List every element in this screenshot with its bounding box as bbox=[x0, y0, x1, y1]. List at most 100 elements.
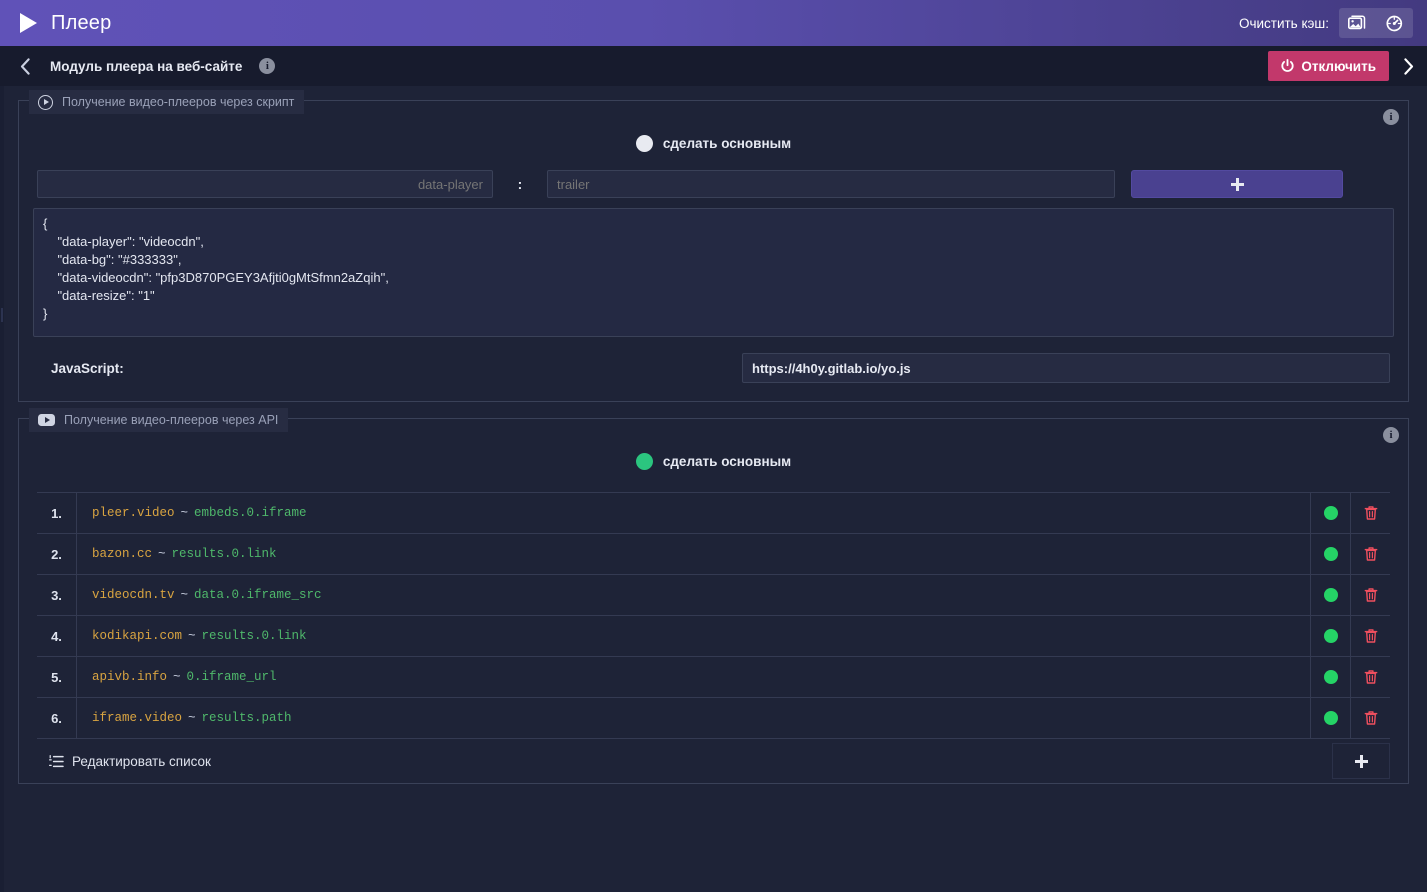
table-row: 6. iframe.video ~ results.path bbox=[37, 698, 1390, 739]
row-status-toggle[interactable] bbox=[1310, 657, 1350, 697]
row-tilde: ~ bbox=[158, 547, 166, 561]
trash-icon bbox=[1364, 670, 1377, 684]
edit-list-label: Редактировать список bbox=[72, 753, 211, 769]
chevron-left-icon[interactable] bbox=[10, 46, 40, 86]
list-ordered-icon bbox=[49, 754, 64, 768]
row-path: data.0.iframe_src bbox=[194, 588, 322, 602]
row-status-toggle[interactable] bbox=[1310, 616, 1350, 656]
plus-icon bbox=[1354, 754, 1368, 768]
status-badge bbox=[1323, 670, 1338, 684]
row-status-toggle[interactable] bbox=[1310, 493, 1350, 533]
row-index: 4. bbox=[37, 616, 77, 656]
row-delete-button[interactable] bbox=[1350, 575, 1390, 615]
add-source-button[interactable] bbox=[1332, 743, 1390, 779]
play-circle-icon bbox=[38, 94, 53, 110]
row-delete-button[interactable] bbox=[1350, 616, 1390, 656]
table-row: 5. apivb.info ~ 0.iframe_url bbox=[37, 657, 1390, 698]
row-tilde: ~ bbox=[173, 670, 181, 684]
row-status-toggle[interactable] bbox=[1310, 534, 1350, 574]
api-card-legend: Получение видео-плееров через API bbox=[29, 408, 289, 432]
param-key-input[interactable] bbox=[37, 170, 493, 198]
row-content: iframe.video ~ results.path bbox=[77, 698, 1310, 738]
images-cache-icon[interactable] bbox=[1339, 8, 1376, 38]
script-primary-toggle-label: сделать основным bbox=[662, 136, 792, 151]
api-player-card: Получение видео-плееров через API i сдел… bbox=[18, 408, 1409, 784]
add-param-button[interactable] bbox=[1131, 170, 1343, 198]
module-actions: Отключить bbox=[1268, 46, 1427, 86]
api-card-info-icon[interactable]: i bbox=[1383, 427, 1399, 443]
disable-button[interactable]: Отключить bbox=[1268, 51, 1389, 81]
script-param-row: : bbox=[33, 170, 1394, 208]
player-json-textarea[interactable]: { "data-player": "videocdn", "data-bg": … bbox=[33, 208, 1394, 337]
api-primary-toggle-dot[interactable] bbox=[635, 453, 653, 470]
trash-icon bbox=[1364, 588, 1377, 602]
row-content: kodikapi.com ~ results.0.link bbox=[77, 616, 1310, 656]
javascript-row: JavaScript: bbox=[33, 337, 1394, 387]
chevron-right-icon[interactable] bbox=[1393, 46, 1423, 86]
disable-button-label: Отключить bbox=[1301, 58, 1376, 74]
header-actions: Очистить кэш: bbox=[1239, 8, 1413, 38]
row-source: pleer.video bbox=[92, 506, 175, 520]
api-source-list: 1. pleer.video ~ embeds.0.iframe 2. bazo… bbox=[37, 492, 1390, 739]
power-icon bbox=[1281, 59, 1294, 73]
row-index: 6. bbox=[37, 698, 77, 738]
page-content: Получение видео-плееров через скрипт i с… bbox=[0, 86, 1427, 892]
table-row: 3. videocdn.tv ~ data.0.iframe_src bbox=[37, 575, 1390, 616]
row-path: 0.iframe_url bbox=[186, 670, 277, 684]
row-path: results.path bbox=[201, 711, 292, 725]
row-tilde: ~ bbox=[180, 588, 189, 602]
app-header: Плеер Очистить кэш: bbox=[0, 0, 1427, 46]
script-primary-toggle-dot[interactable] bbox=[635, 135, 653, 152]
param-separator: : bbox=[517, 176, 523, 192]
row-index: 1. bbox=[37, 493, 77, 533]
row-index: 5. bbox=[37, 657, 77, 697]
javascript-url-input[interactable] bbox=[742, 353, 1390, 383]
script-primary-toggle[interactable]: сделать основным bbox=[33, 129, 1394, 170]
param-value-input[interactable] bbox=[547, 170, 1115, 198]
status-badge bbox=[1323, 711, 1338, 725]
status-badge bbox=[1323, 629, 1338, 643]
edit-list-button[interactable]: Редактировать список bbox=[49, 754, 211, 769]
row-delete-button[interactable] bbox=[1350, 534, 1390, 574]
table-row: 1. pleer.video ~ embeds.0.iframe bbox=[37, 493, 1390, 534]
trash-icon bbox=[1364, 506, 1377, 520]
api-card-body: сделать основным 1. pleer.video ~ embeds… bbox=[19, 419, 1408, 783]
page-title: Модуль плеера на веб-сайте bbox=[50, 58, 243, 74]
row-status-toggle[interactable] bbox=[1310, 698, 1350, 738]
row-delete-button[interactable] bbox=[1350, 493, 1390, 533]
info-icon[interactable]: i bbox=[259, 58, 276, 74]
row-source: iframe.video bbox=[92, 711, 183, 725]
trash-icon bbox=[1364, 547, 1377, 561]
plus-icon bbox=[1230, 177, 1244, 191]
youtube-icon bbox=[38, 414, 55, 426]
api-list-footer: Редактировать список bbox=[33, 739, 1394, 783]
status-badge bbox=[1323, 547, 1338, 561]
table-row: 2. bazon.cc ~ results.0.link bbox=[37, 534, 1390, 575]
cache-buttons-group bbox=[1339, 8, 1413, 38]
table-row: 4. kodikapi.com ~ results.0.link bbox=[37, 616, 1390, 657]
script-player-card: Получение видео-плееров через скрипт i с… bbox=[18, 90, 1409, 402]
speed-cache-icon[interactable] bbox=[1376, 8, 1413, 38]
row-content: videocdn.tv ~ data.0.iframe_src bbox=[77, 575, 1310, 615]
row-delete-button[interactable] bbox=[1350, 657, 1390, 697]
module-breadcrumb-bar: Модуль плеера на веб-сайте i Отключить bbox=[0, 46, 1427, 86]
row-path: results.0.link bbox=[201, 629, 307, 643]
row-content: bazon.cc ~ results.0.link bbox=[77, 534, 1310, 574]
script-card-body: сделать основным : { "data-player": "vid… bbox=[19, 101, 1408, 401]
trash-icon bbox=[1364, 629, 1377, 643]
row-status-toggle[interactable] bbox=[1310, 575, 1350, 615]
script-card-info-icon[interactable]: i bbox=[1383, 109, 1399, 125]
api-primary-toggle[interactable]: сделать основным bbox=[33, 447, 1394, 492]
trash-icon bbox=[1364, 711, 1377, 725]
row-tilde: ~ bbox=[188, 629, 196, 643]
status-badge bbox=[1323, 506, 1338, 520]
row-tilde: ~ bbox=[180, 506, 189, 520]
api-card-legend-label: Получение видео-плееров через API bbox=[64, 413, 279, 427]
row-delete-button[interactable] bbox=[1350, 698, 1390, 738]
row-index: 2. bbox=[37, 534, 77, 574]
row-source: bazon.cc bbox=[92, 547, 153, 561]
row-index: 3. bbox=[37, 575, 77, 615]
row-source: kodikapi.com bbox=[92, 629, 183, 643]
play-triangle-icon bbox=[20, 13, 37, 33]
row-source: videocdn.tv bbox=[92, 588, 175, 602]
